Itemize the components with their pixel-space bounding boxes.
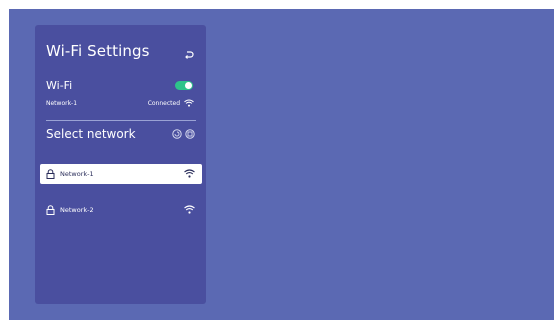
page-title: Wi-Fi Settings (46, 42, 150, 60)
wifi-toggle[interactable] (175, 81, 193, 90)
network-name: Network-2 (60, 206, 94, 214)
network-list-item[interactable]: Network-1 (40, 164, 202, 184)
wifi-settings-panel: Wi-Fi Settings Wi-Fi Network-1 Connected… (35, 25, 206, 304)
wifi-signal-icon (184, 169, 195, 178)
current-network-name: Network-1 (46, 100, 78, 107)
select-network-heading: Select network (46, 127, 136, 141)
back-button[interactable] (183, 49, 195, 61)
connection-status-text: Connected (147, 100, 180, 107)
wifi-toggle-label: Wi-Fi (46, 79, 73, 92)
tv-screen: Wi-Fi Settings Wi-Fi Network-1 Connected… (9, 9, 554, 320)
wifi-signal-icon (184, 99, 194, 107)
lock-icon (46, 169, 55, 179)
network-list-item[interactable]: Network-2 (40, 200, 202, 220)
back-arrow-icon (185, 51, 194, 59)
refresh-icon[interactable] (172, 129, 182, 139)
lock-icon (46, 205, 55, 215)
wifi-signal-icon (184, 205, 195, 214)
network-name: Network-1 (60, 170, 94, 178)
connection-status-row: Network-1 Connected (46, 99, 196, 111)
section-divider (46, 120, 196, 121)
toggle-knob (185, 82, 192, 89)
more-icon[interactable] (185, 129, 195, 139)
